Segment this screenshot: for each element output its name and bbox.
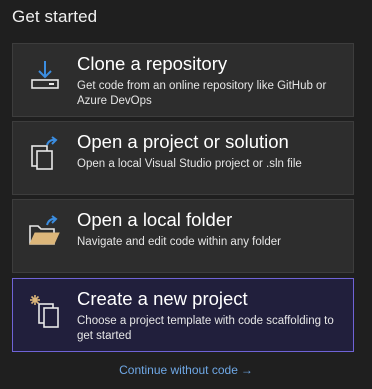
new-project-icon — [27, 293, 63, 329]
open-project-icon — [27, 136, 63, 172]
create-project-card[interactable]: Create a new project Choose a project te… — [12, 278, 354, 352]
card-title: Open a project or solution — [77, 131, 289, 152]
card-description: Navigate and edit code within any folder — [77, 236, 281, 248]
card-title: Clone a repository — [77, 53, 228, 74]
continue-link-label: Continue without code — [119, 363, 238, 377]
folder-icon — [27, 214, 63, 250]
page-title: Get started — [12, 7, 98, 26]
clone-repository-card[interactable]: Clone a repository Get code from an onli… — [12, 43, 354, 117]
card-description: Choose a project template with code scaf… — [77, 315, 334, 342]
card-title: Create a new project — [77, 288, 248, 309]
card-title: Open a local folder — [77, 209, 233, 230]
continue-without-code-link[interactable]: Continue without code → — [0, 363, 372, 377]
card-description: Open a local Visual Studio project or .s… — [77, 158, 302, 170]
open-folder-card[interactable]: Open a local folder Navigate and edit co… — [12, 199, 354, 273]
open-project-card[interactable]: Open a project or solution Open a local … — [12, 121, 354, 195]
clone-download-icon — [27, 58, 63, 94]
arrow-right-icon: → — [240, 363, 253, 377]
card-description: Get code from an online repository like … — [77, 80, 327, 107]
